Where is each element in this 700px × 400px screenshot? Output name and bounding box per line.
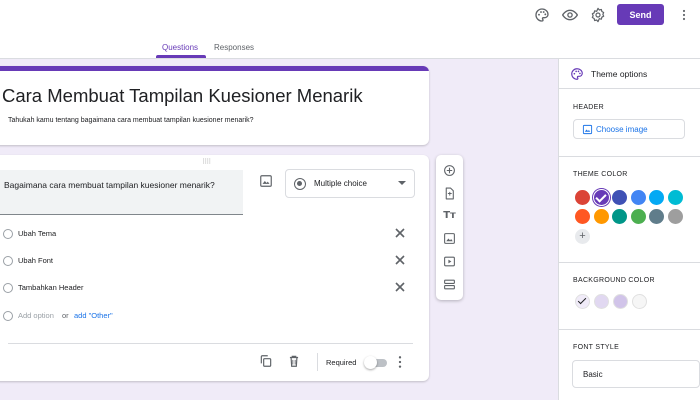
- required-toggle-thumb[interactable]: [364, 356, 377, 369]
- delete-icon[interactable]: [287, 354, 301, 368]
- palette-icon: [571, 68, 583, 80]
- option-label[interactable]: Tambahkan Header: [18, 283, 83, 292]
- theme-color-swatch[interactable]: [630, 209, 646, 224]
- background-color-section-title: BACKGROUND COLOR: [573, 277, 655, 284]
- add-other-link[interactable]: add "Other": [74, 311, 113, 320]
- close-icon[interactable]: [394, 281, 406, 293]
- theme-color-swatch[interactable]: [630, 190, 646, 205]
- theme-color-swatch[interactable]: [575, 190, 590, 205]
- option-label[interactable]: Ubah Tema: [18, 229, 56, 238]
- theme-color-swatch[interactable]: [612, 209, 627, 224]
- palette-icon[interactable]: [533, 6, 551, 24]
- form-description[interactable]: Tahukah kamu tentang bagaimana cara memb…: [8, 117, 254, 124]
- question-type-select[interactable]: Multiple choice: [285, 169, 415, 198]
- background-color-swatch[interactable]: [575, 294, 590, 309]
- theme-color-swatch[interactable]: [593, 190, 609, 205]
- settings-gear-icon[interactable]: [589, 6, 607, 24]
- section-divider: [559, 156, 700, 157]
- theme-color-swatch[interactable]: [649, 190, 664, 205]
- choose-image-label: Choose image: [596, 125, 648, 134]
- drag-handle-icon[interactable]: ⠿⠿: [202, 158, 211, 166]
- tab-questions[interactable]: Questions: [162, 43, 198, 52]
- panel-header: Theme options: [559, 59, 700, 89]
- add-option-row: Add option or add "Other": [0, 308, 415, 324]
- option-row: Ubah Font: [0, 253, 415, 269]
- theme-color-swatch[interactable]: [649, 209, 664, 224]
- question-field[interactable]: [0, 170, 243, 215]
- panel-title: Theme options: [591, 69, 648, 79]
- theme-color-swatch[interactable]: [575, 209, 590, 224]
- section-divider: [559, 329, 700, 330]
- active-tab-indicator: [156, 55, 206, 58]
- add-custom-color-button[interactable]: +: [575, 229, 590, 244]
- option-radio: [3, 283, 13, 293]
- add-image-to-question-icon[interactable]: [259, 174, 273, 188]
- question-text[interactable]: Bagaimana cara membuat tampilan kuesione…: [4, 179, 234, 192]
- theme-color-swatch[interactable]: [612, 190, 627, 205]
- option-radio: [3, 229, 13, 239]
- image-icon: [582, 124, 593, 135]
- option-radio: [3, 256, 13, 266]
- choose-image-button[interactable]: Choose image: [573, 119, 685, 139]
- close-icon[interactable]: [394, 227, 406, 239]
- add-section-icon[interactable]: [443, 278, 456, 291]
- question-more-icon[interactable]: [396, 355, 404, 369]
- theme-color-section-title: THEME COLOR: [573, 171, 628, 178]
- send-button[interactable]: Send: [617, 4, 664, 25]
- form-title[interactable]: Cara Membuat Tampilan Kuesioner Menarik: [2, 85, 363, 107]
- floating-toolbar: Tт: [436, 155, 463, 300]
- title-accent-bar: [0, 66, 429, 71]
- option-label[interactable]: Ubah Font: [18, 256, 53, 265]
- add-option-link[interactable]: Add option: [18, 311, 54, 320]
- add-video-icon[interactable]: [443, 255, 456, 268]
- add-title-icon[interactable]: Tт: [443, 209, 456, 222]
- duplicate-icon[interactable]: [259, 354, 273, 368]
- theme-color-swatch[interactable]: [593, 209, 609, 224]
- background-color-swatch[interactable]: [594, 294, 609, 309]
- top-bar: Send Questions Responses: [0, 0, 700, 59]
- import-questions-icon[interactable]: [443, 187, 456, 200]
- close-icon[interactable]: [394, 254, 406, 266]
- theme-color-swatch[interactable]: [667, 209, 683, 224]
- option-row: Tambahkan Header: [0, 280, 415, 296]
- required-label: Required: [326, 358, 357, 367]
- preview-eye-icon[interactable]: [561, 6, 579, 24]
- option-row: Ubah Tema: [0, 226, 415, 242]
- theme-color-swatch[interactable]: [667, 190, 683, 205]
- tab-responses[interactable]: Responses: [214, 43, 254, 52]
- font-style-section-title: FONT STYLE: [573, 344, 620, 351]
- font-style-value: Basic: [583, 370, 603, 379]
- question-footer-divider: [8, 343, 413, 344]
- footer-separator: [317, 353, 318, 371]
- more-vert-icon[interactable]: [678, 6, 690, 24]
- add-image-icon[interactable]: [443, 232, 456, 245]
- form-title-card: Cara Membuat Tampilan Kuesioner Menarik: [0, 66, 429, 145]
- font-style-select[interactable]: Basic: [572, 360, 700, 388]
- radio-type-icon: [294, 178, 306, 190]
- question-type-label: Multiple choice: [314, 179, 367, 188]
- add-question-icon[interactable]: [443, 164, 456, 177]
- section-divider: [559, 262, 700, 263]
- add-option-or-text: or: [62, 311, 69, 320]
- option-radio: [3, 311, 13, 321]
- header-section-title: HEADER: [573, 104, 604, 111]
- background-color-swatch[interactable]: [613, 294, 628, 309]
- chevron-down-icon: [398, 181, 406, 185]
- background-color-swatch[interactable]: [632, 294, 647, 309]
